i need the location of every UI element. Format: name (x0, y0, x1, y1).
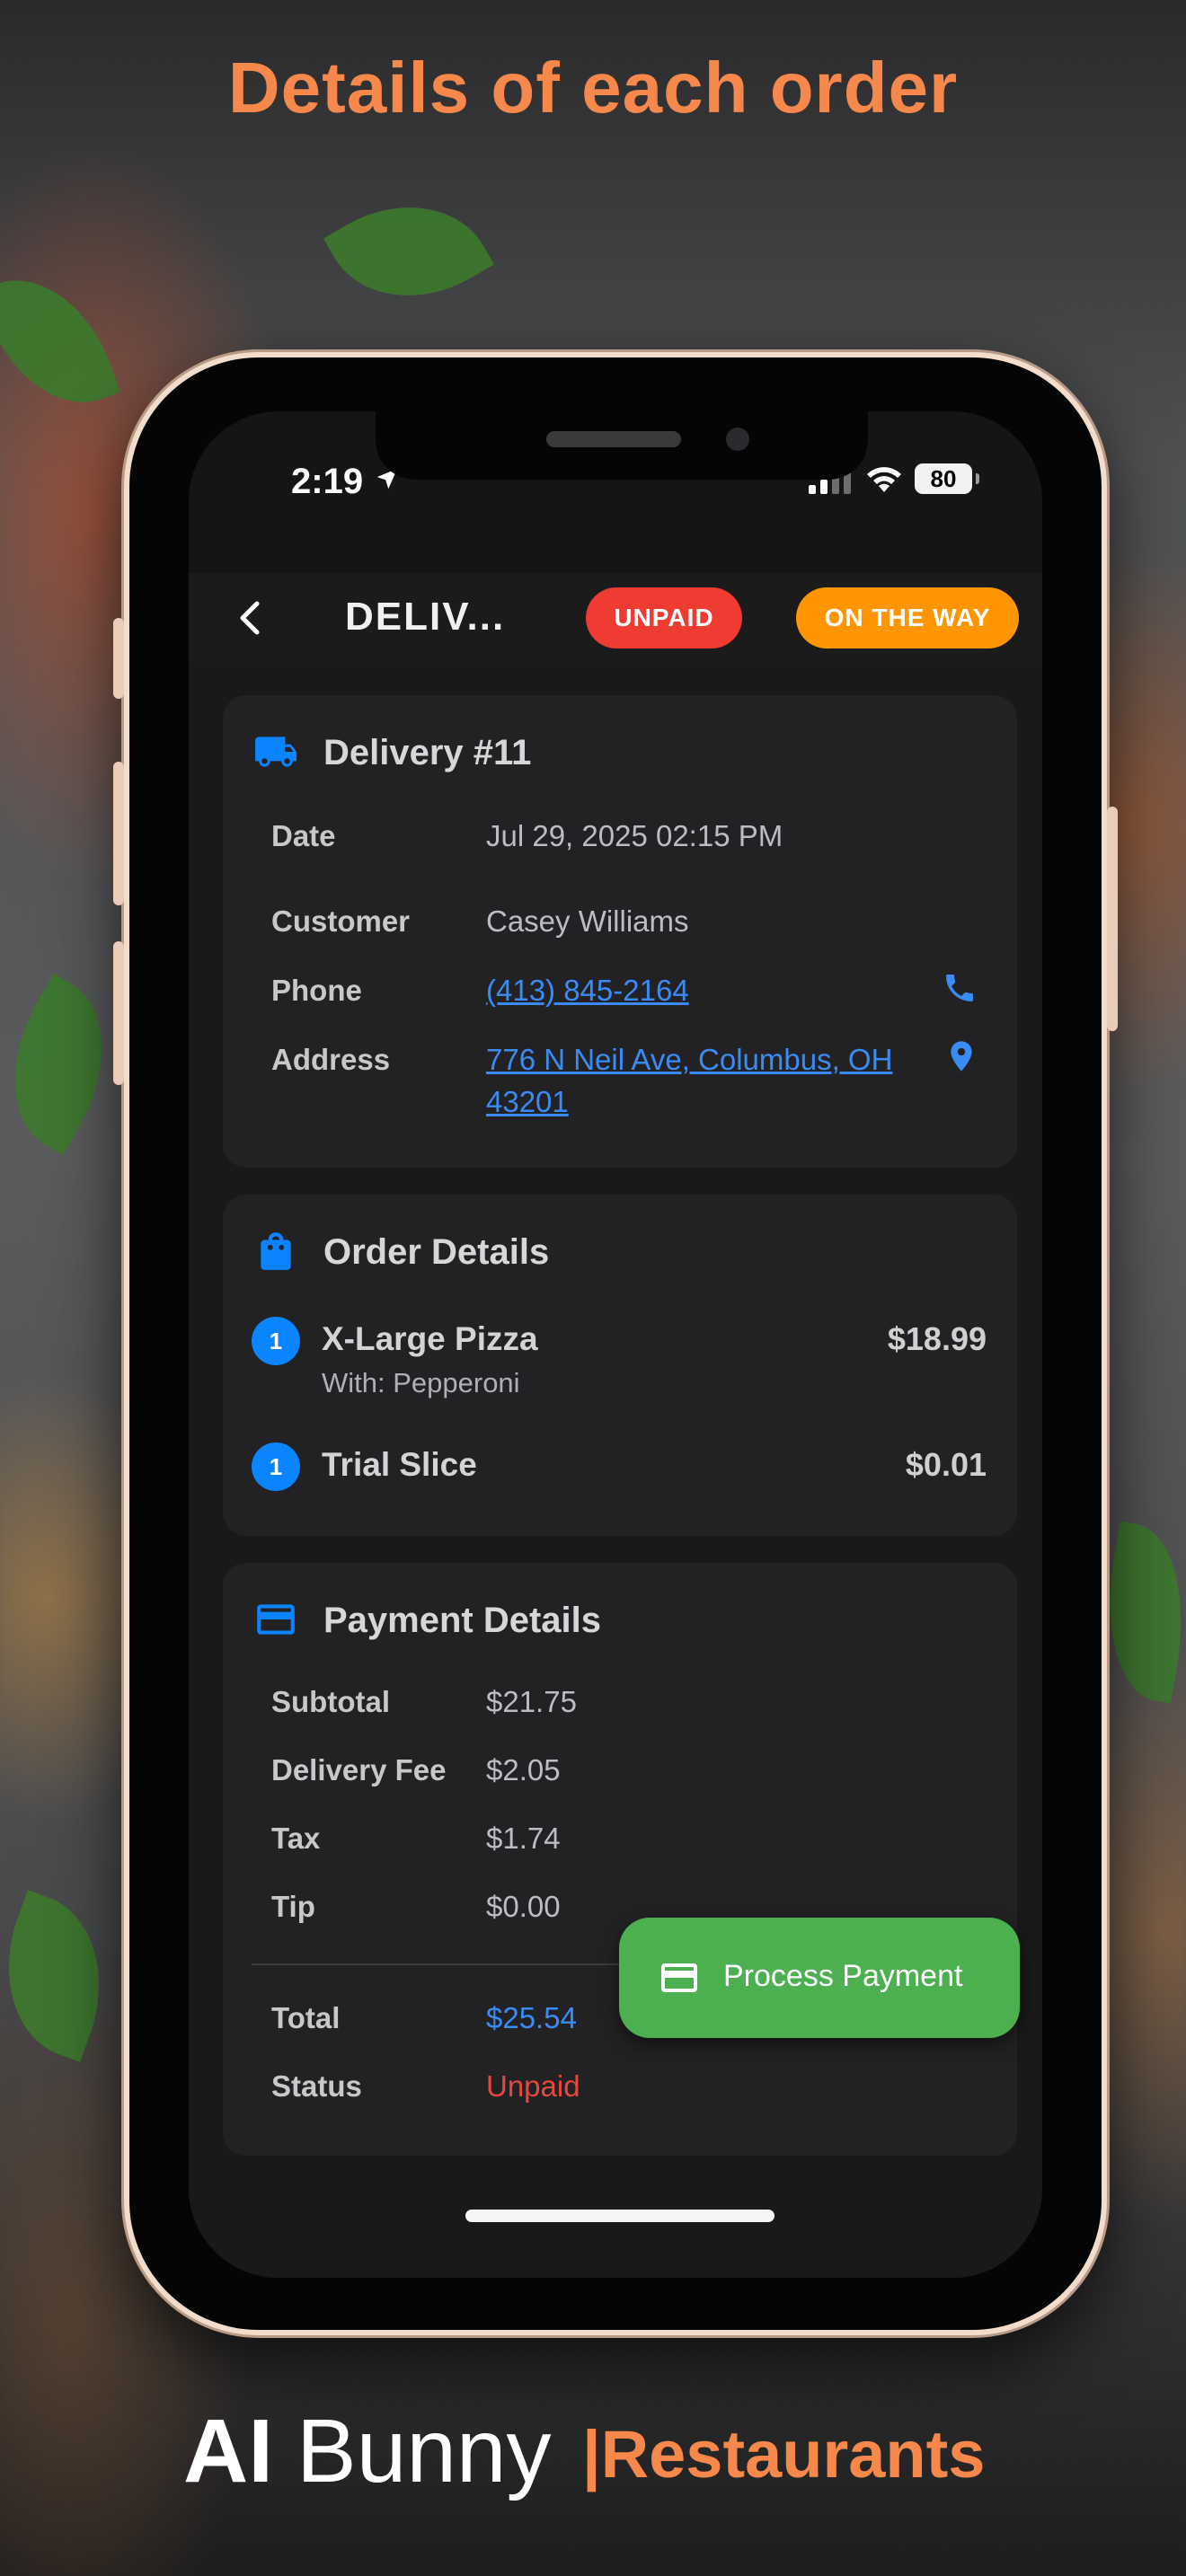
app-header: DELIV... UNPAID ON THE WAY (189, 573, 1042, 663)
item-price: $18.99 (887, 1320, 987, 1357)
page-title: DELIV... (345, 595, 506, 639)
address-link-line1[interactable]: 776 N Neil Ave, Columbus, OH (486, 1043, 892, 1077)
map-pin-icon[interactable] (943, 1038, 979, 1074)
quantity-badge: 1 (252, 1442, 300, 1491)
back-chevron-icon[interactable] (226, 593, 277, 643)
delivery-info-card: Delivery #11 Date Jul 29, 2025 02:15 PM … (223, 695, 1017, 1168)
credit-card-icon (661, 1963, 697, 1992)
brand-ai: AI (183, 2401, 273, 2501)
date-label: Date (271, 819, 336, 852)
wifi-icon (867, 467, 901, 492)
brand-logo: AI Bunny |Restaurants (0, 2400, 1186, 2508)
volume-up-button (113, 762, 124, 905)
credit-card-icon (257, 1604, 295, 1635)
tip-value: $0.00 (486, 1890, 561, 1923)
item-name: X-Large Pizza (322, 1320, 538, 1357)
status-value: Unpaid (486, 2069, 580, 2103)
phone-icon[interactable] (942, 970, 978, 1006)
front-camera (726, 428, 749, 451)
total-label: Total (271, 2001, 341, 2034)
delivery-status-badge: ON THE WAY (796, 587, 1019, 648)
item-price: $0.01 (905, 1446, 987, 1483)
quantity-badge: 1 (252, 1317, 300, 1365)
subtotal-label: Subtotal (271, 1685, 390, 1718)
brand-bunny: Bunny (296, 2401, 552, 2501)
process-payment-label: Process Payment (723, 1959, 963, 1993)
status-time: 2:19 (291, 462, 364, 501)
item-name: Trial Slice (322, 1446, 477, 1483)
total-value: $25.54 (486, 2001, 577, 2034)
order-details-title: Order Details (323, 1232, 550, 1272)
headline: Details of each order (227, 48, 959, 128)
home-indicator (465, 2210, 774, 2222)
delivery-title: Delivery #11 (323, 733, 532, 772)
order-details-card: Order Details 1 X-Large Pizza With: Pepp… (223, 1195, 1017, 1536)
payment-status-badge: UNPAID (586, 587, 742, 648)
basil-leaf-decoration (0, 257, 121, 426)
status-label: Status (271, 2069, 362, 2103)
notch (376, 411, 868, 480)
payment-details-card: Payment Details Subtotal $21.75 Delivery… (223, 1563, 1017, 2156)
truck-icon (255, 737, 296, 767)
battery-indicator: 80 (915, 463, 979, 494)
delivery-fee-value: $2.05 (486, 1753, 561, 1786)
address-link-line2[interactable]: 43201 (486, 1085, 569, 1119)
phone-frame: 2:19 80 DELIV... UNPAID ON THE WAY Deliv… (113, 352, 1118, 2335)
item-modifier: With: Pepperoni (322, 1367, 520, 1398)
payment-details-title: Payment Details (323, 1601, 602, 1640)
process-payment-button[interactable]: Process Payment (619, 1918, 1020, 2038)
app-screen: 2:19 80 DELIV... UNPAID ON THE WAY Deliv… (189, 411, 1042, 2278)
tax-label: Tax (271, 1822, 321, 1855)
volume-down-button (113, 941, 124, 1085)
phone-label: Phone (271, 974, 362, 1007)
customer-label: Customer (271, 904, 411, 938)
basil-leaf-decoration (0, 1890, 129, 2062)
tax-value: $1.74 (486, 1822, 561, 1855)
silent-switch (113, 618, 124, 699)
address-label: Address (271, 1043, 391, 1076)
speaker-grille (546, 431, 681, 447)
tip-label: Tip (271, 1890, 315, 1923)
subtotal-value: $21.75 (486, 1685, 577, 1718)
brand-restaurants: |Restaurants (582, 2417, 986, 2492)
basil-leaf-decoration (323, 171, 494, 332)
phone-link[interactable]: (413) 845-2164 (486, 974, 689, 1008)
shopping-bag-icon (261, 1232, 291, 1270)
power-button (1107, 807, 1118, 1031)
date-value: Jul 29, 2025 02:15 PM (486, 819, 783, 852)
customer-value: Casey Williams (486, 904, 689, 938)
delivery-fee-label: Delivery Fee (271, 1753, 447, 1786)
